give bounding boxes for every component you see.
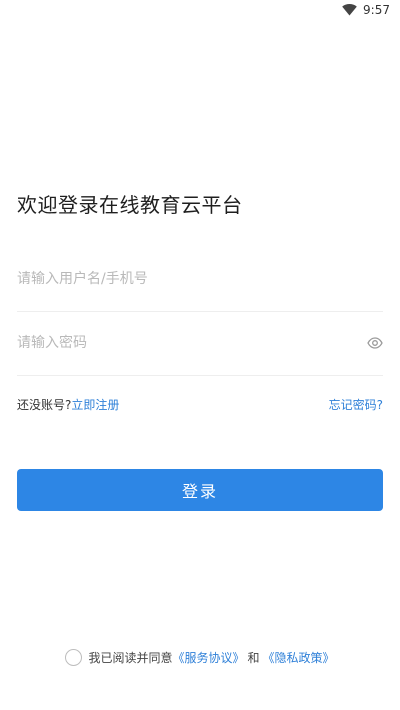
account-links: 还没账号?立即注册 忘记密码? [17, 396, 383, 416]
agreement-prefix: 我已阅读并同意 [88, 650, 173, 665]
password-field-container [17, 311, 383, 376]
agreement-checkbox[interactable] [65, 648, 83, 666]
username-input[interactable] [17, 247, 353, 311]
wifi-icon [342, 4, 357, 16]
forgot-password-link[interactable]: 忘记密码? [329, 396, 383, 413]
status-bar: 9:57 [0, 0, 400, 24]
agreement-row: 我已阅读并同意 《服务协议》 和 《隐私政策》 [0, 647, 400, 667]
login-button[interactable]: 登录 [17, 469, 383, 511]
password-input[interactable] [17, 311, 353, 375]
privacy-policy-link[interactable]: 《隐私政策》 [263, 649, 335, 666]
status-time: 9:57 [363, 3, 390, 17]
agreement-and: 和 [247, 650, 260, 665]
eye-icon[interactable] [367, 335, 383, 351]
status-icons: 9:57 [342, 3, 390, 17]
no-account-text: 还没账号? [17, 398, 72, 412]
username-field-container [17, 247, 383, 312]
register-prompt: 还没账号?立即注册 [17, 396, 119, 413]
service-agreement-link[interactable]: 《服务协议》 [172, 649, 244, 666]
page-title: 欢迎登录在线教育云平台 [17, 193, 243, 217]
register-link[interactable]: 立即注册 [71, 398, 119, 412]
